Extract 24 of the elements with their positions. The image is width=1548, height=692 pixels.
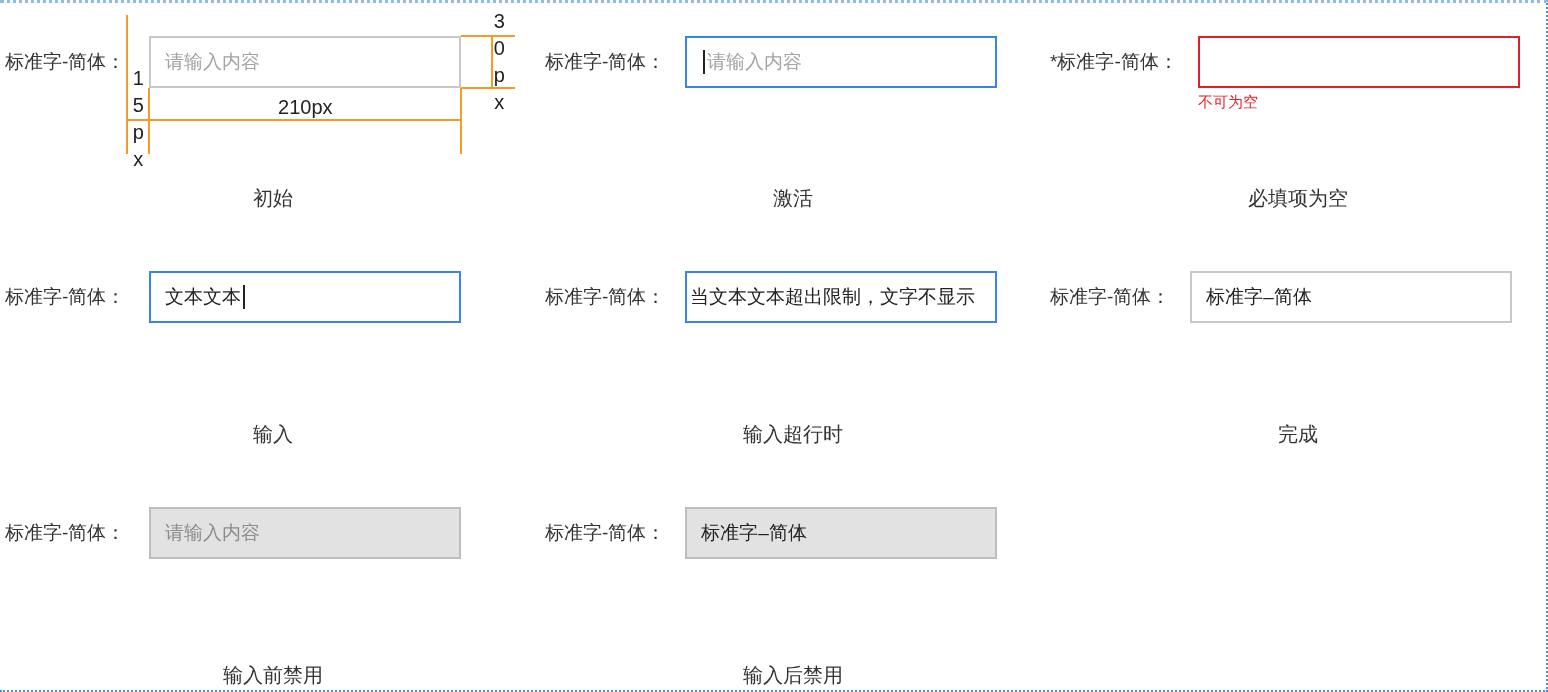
input-field[interactable]: 标准字–简体 bbox=[1190, 271, 1513, 323]
field-label: 标准字-简体： bbox=[545, 285, 666, 309]
state-caption: 完成 bbox=[1278, 422, 1318, 446]
field-label: 标准字-简体： bbox=[5, 285, 126, 309]
dimension-label: 15px bbox=[132, 66, 145, 172]
state-caption: 输入超行时 bbox=[742, 422, 843, 446]
field-label: 标准字-简体： bbox=[545, 50, 666, 74]
state-caption: 初始 bbox=[252, 186, 293, 210]
field-label: 标准字-简体： bbox=[5, 50, 126, 74]
field-label: *标准字-简体： bbox=[1050, 50, 1178, 74]
input-field[interactable]: 文本文本 bbox=[149, 271, 462, 323]
field-label: 标准字-简体： bbox=[5, 521, 126, 545]
field-label: 标准字-简体： bbox=[545, 521, 666, 545]
state-caption: 激活 bbox=[772, 186, 813, 210]
state-caption: 输入后禁用 bbox=[742, 663, 843, 687]
input-field[interactable]: 当文本文本超出限制，文字不显示 bbox=[685, 271, 998, 323]
dimension-label: 30px bbox=[493, 9, 506, 115]
dimension-label: 210px bbox=[278, 96, 333, 118]
state-caption: 必填项为空 bbox=[1248, 186, 1348, 210]
state-caption: 输入 bbox=[252, 422, 293, 446]
state-caption: 输入前禁用 bbox=[222, 663, 323, 687]
field-label: 标准字-简体： bbox=[1050, 285, 1171, 309]
input-field[interactable] bbox=[1197, 36, 1520, 88]
error-message: 不可为空 bbox=[1197, 93, 1258, 111]
